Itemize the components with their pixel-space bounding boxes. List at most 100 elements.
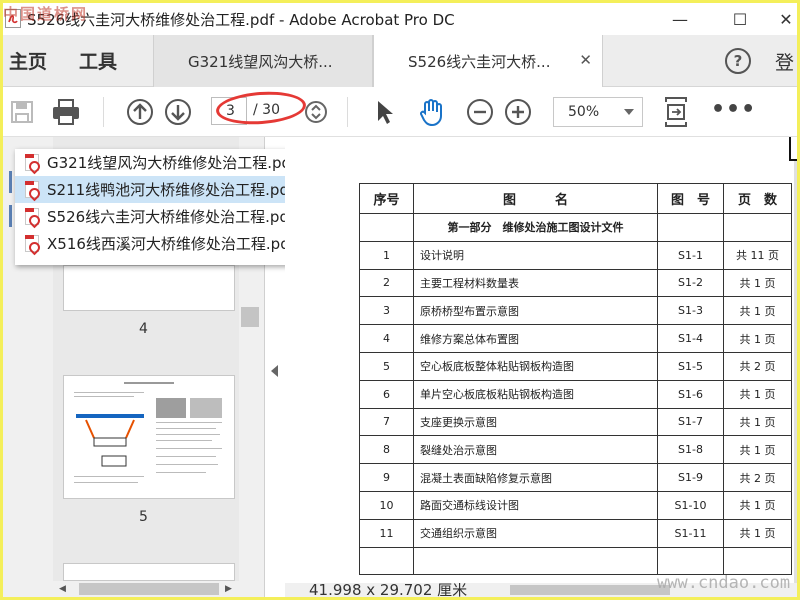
row-name: 交通组织示意图 [413, 518, 658, 548]
thumbnail-drawing [74, 382, 222, 483]
zoom-out-icon[interactable] [465, 97, 495, 127]
file-name: S211线鸭池河大桥维修处治工程.pdf [47, 181, 295, 199]
maximize-button[interactable]: ☐ [717, 3, 763, 35]
help-icon[interactable]: ? [725, 48, 751, 74]
row-code: S1-7 [657, 407, 724, 437]
scroll-left-icon[interactable]: ◀ [59, 584, 66, 594]
page-size-readout: 41.998 x 29.702 厘米 [309, 583, 468, 597]
tab-s526[interactable]: S526线六圭河大桥... ✕ [373, 35, 603, 88]
nav-home[interactable]: 主页 [9, 47, 47, 74]
file-item-s211[interactable]: S211线鸭池河大桥维修处治工程.pdf [15, 176, 305, 203]
row-seq: 5 [359, 351, 414, 381]
row-pages: 共 2 页 [723, 463, 792, 492]
table-row: 3 原桥桥型布置示意图 S1-3 共 1 页 [359, 296, 792, 326]
page-up-icon[interactable] [125, 97, 155, 127]
zoom-value: 50% [568, 104, 600, 120]
tab-label: G321线望风沟大桥... [188, 52, 333, 71]
login-link[interactable]: 登 [775, 48, 794, 75]
toolbar-separator [103, 97, 104, 127]
table-row: 10 路面交通标线设计图 S1-10 共 1 页 [359, 490, 792, 520]
toolbar-separator [347, 97, 348, 127]
row-code: S1-11 [657, 518, 724, 548]
hand-tool-icon[interactable] [417, 97, 447, 127]
row-pages: 共 11 页 [723, 240, 792, 270]
save-icon[interactable] [7, 97, 37, 127]
file-item-x516[interactable]: X516线西溪河大桥维修处治工程.pdf [15, 230, 305, 257]
row-pages: 共 1 页 [723, 296, 792, 326]
acrobat-window: S526线六圭河大桥维修处治工程.pdf - Adobe Acrobat Pro… [3, 3, 797, 597]
row-seq: 9 [359, 463, 414, 492]
zoom-in-icon[interactable] [503, 97, 533, 127]
horizontal-scrollbar-thumb[interactable] [79, 583, 219, 595]
row-seq: 4 [359, 324, 414, 353]
watermark-logo: 中国道桥网 [3, 5, 89, 23]
nav-tools[interactable]: 工具 [79, 47, 117, 74]
thumbnail-panel-icon[interactable] [9, 205, 12, 227]
tab-label: S526线六圭河大桥... [408, 52, 551, 71]
page-corner-mark [789, 137, 797, 161]
row-name: 设计说明 [413, 240, 658, 270]
section-row: 第一部分 维修处治施工图设计文件 [359, 213, 792, 242]
row-pages: 共 1 页 [723, 518, 792, 548]
scroll-mode-icon[interactable] [301, 97, 331, 127]
thumbnail-page-4[interactable] [63, 265, 235, 311]
header-pages: 页 数 [723, 183, 792, 214]
row-code: S1-5 [657, 351, 724, 381]
collapse-panel-icon[interactable] [271, 365, 278, 377]
print-icon[interactable] [51, 97, 81, 127]
table-row: 6 单片空心板底板粘贴钢板构造图 S1-6 共 1 页 [359, 379, 792, 409]
section-title: 第一部分 维修处治施工图设计文件 [413, 213, 658, 242]
toolbar: 3 / 30 50% ••• [3, 87, 797, 137]
more-tools-icon[interactable]: ••• [711, 97, 756, 122]
row-code: S1-2 [657, 268, 724, 298]
row-pages: 共 1 页 [723, 435, 792, 465]
scrollbar-thumb[interactable] [241, 307, 259, 327]
row-code: S1-6 [657, 379, 724, 409]
table-row: 4 维修方案总体布置图 S1-4 共 1 页 [359, 324, 792, 353]
thumbnail-label: 4 [139, 321, 148, 337]
zoom-select[interactable]: 50% [553, 97, 643, 127]
tab-g321[interactable]: G321线望风沟大桥... [153, 35, 373, 87]
table-cell [359, 213, 414, 242]
chevron-down-icon [624, 109, 634, 115]
row-code: S1-4 [657, 324, 724, 353]
file-item-s526[interactable]: S526线六圭河大桥维修处治工程.pdf [15, 203, 305, 230]
table-row: 1 设计说明 S1-1 共 11 页 [359, 240, 792, 270]
row-seq: 2 [359, 268, 414, 298]
row-seq: 3 [359, 296, 414, 326]
fit-page-icon[interactable] [661, 97, 691, 127]
row-pages: 共 1 页 [723, 268, 792, 298]
row-name: 原桥桥型布置示意图 [413, 296, 658, 326]
table-row: 9 混凝土表面缺陷修复示意图 S1-9 共 2 页 [359, 463, 792, 492]
table-row: 8 裂缝处治示意图 S1-8 共 1 页 [359, 435, 792, 465]
scroll-right-icon[interactable]: ▶ [225, 584, 232, 594]
title-bar: S526线六圭河大桥维修处治工程.pdf - Adobe Acrobat Pro… [3, 3, 797, 35]
row-seq: 11 [359, 518, 414, 548]
close-window-button[interactable]: ✕ [763, 3, 797, 35]
table-cell [359, 546, 414, 576]
file-name: X516线西溪河大桥维修处治工程.pdf [47, 235, 295, 253]
pdf-file-icon [25, 181, 39, 198]
file-item-g321[interactable]: G321线望风沟大桥维修处治工程.pdf [15, 149, 305, 176]
row-pages: 共 2 页 [723, 351, 792, 381]
table-row: 2 主要工程材料数量表 S1-2 共 1 页 [359, 268, 792, 298]
table-cell [657, 546, 724, 576]
horizontal-scrollbar-thumb[interactable] [510, 585, 670, 595]
table-row [359, 546, 792, 576]
select-cursor-icon[interactable] [369, 97, 399, 127]
row-pages: 共 1 页 [723, 379, 792, 409]
file-name: S526线六圭河大桥维修处治工程.pdf [47, 208, 295, 226]
file-name: G321线望风沟大桥维修处治工程.pdf [47, 154, 297, 172]
row-code: S1-3 [657, 296, 724, 326]
thumbnail-page-5[interactable] [63, 375, 235, 499]
thumbnail-page-6[interactable] [63, 563, 235, 581]
row-seq: 6 [359, 379, 414, 409]
row-name: 裂缝处治示意图 [413, 435, 658, 465]
minimize-button[interactable]: — [657, 3, 703, 35]
bookmark-panel-icon[interactable] [9, 171, 12, 193]
page-down-icon[interactable] [163, 97, 193, 127]
open-files-dropdown: G321线望风沟大桥维修处治工程.pdf S211线鸭池河大桥维修处治工程.pd… [15, 149, 305, 265]
row-seq: 10 [359, 490, 414, 520]
close-tab-icon[interactable]: ✕ [579, 51, 592, 69]
row-code: S1-1 [657, 240, 724, 270]
